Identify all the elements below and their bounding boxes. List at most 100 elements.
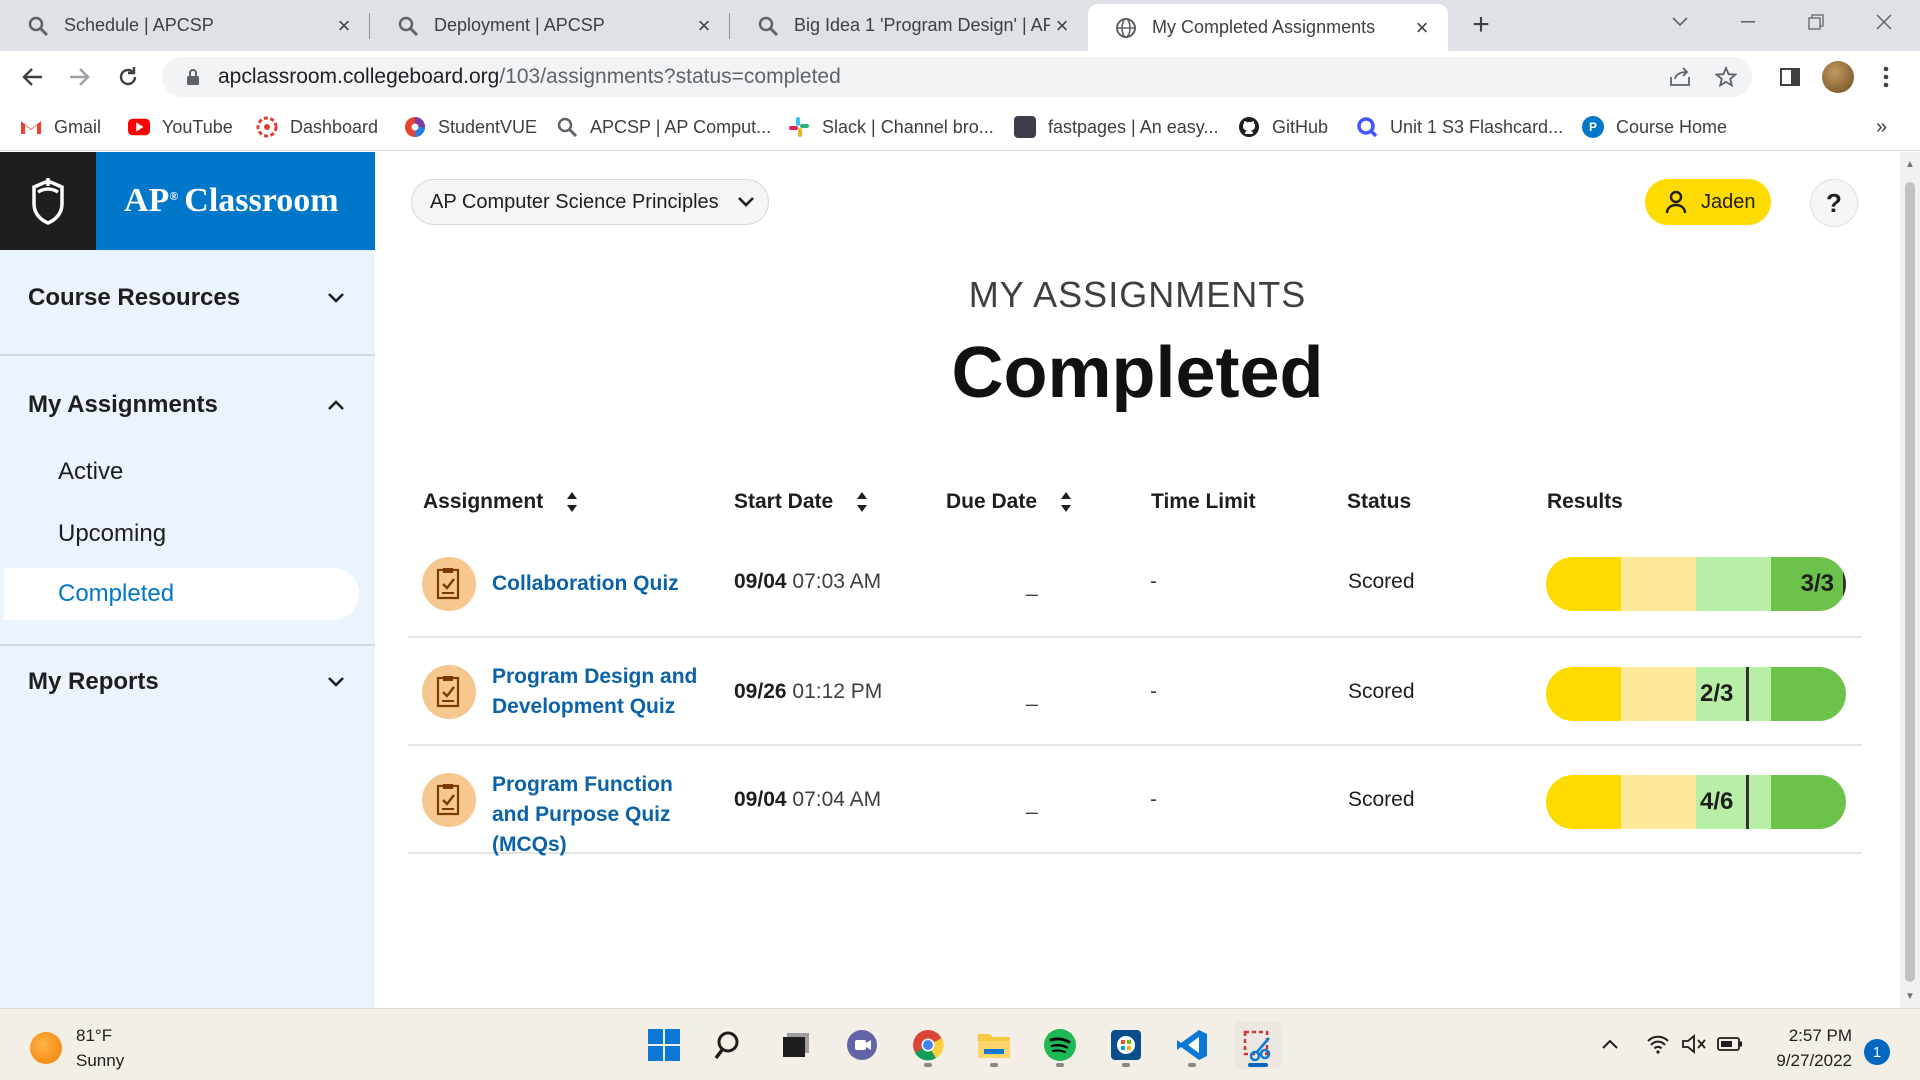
results-bar[interactable]: 4/6 <box>1546 775 1846 829</box>
close-icon[interactable]: × <box>1410 15 1434 40</box>
assignment-link[interactable]: Program Design and Development Quiz <box>492 662 702 722</box>
tab-big-idea[interactable]: Big Idea 1 'Program Design' | AP × <box>730 0 1088 51</box>
volume-muted-icon[interactable] <box>1681 1031 1707 1057</box>
time-limit: - <box>1150 788 1157 811</box>
windows-taskbar: 81°F Sunny 2:57 PM 9/27/2022 1 <box>0 1008 1920 1080</box>
tab-deployment[interactable]: Deployment | APCSP × <box>370 0 730 51</box>
sidebar-item-label: Course Resources <box>28 284 241 311</box>
start-date: 09/04 07:04 AM <box>734 788 881 812</box>
sidebar-item-upcoming[interactable]: Upcoming <box>58 520 166 548</box>
system-clock[interactable]: 2:57 PM 9/27/2022 <box>1752 1023 1852 1073</box>
due-date: _ <box>1026 684 1038 707</box>
app-store-icon[interactable] <box>1102 1021 1150 1069</box>
forward-arrow-icon[interactable] <box>62 59 98 95</box>
dashboard-icon <box>256 116 278 138</box>
chrome-icon[interactable] <box>904 1021 952 1069</box>
column-header-assignment[interactable]: Assignment <box>423 482 579 522</box>
running-indicator <box>1056 1063 1064 1067</box>
bookmark-dashboard[interactable]: Dashboard <box>256 113 378 141</box>
help-button[interactable]: ? <box>1810 179 1858 227</box>
column-header-due-date[interactable]: Due Date <box>946 482 1073 522</box>
start-time: 01:12 PM <box>792 680 883 703</box>
close-icon[interactable]: × <box>1050 13 1074 38</box>
close-icon[interactable]: × <box>692 13 716 38</box>
sidebar-item-active[interactable]: Active <box>58 458 123 486</box>
slack-icon <box>788 116 810 138</box>
minimize-icon[interactable] <box>1718 0 1778 44</box>
new-tab-plus-icon[interactable]: + <box>1466 8 1496 41</box>
bookmark-youtube[interactable]: YouTube <box>128 113 233 141</box>
restore-icon[interactable] <box>1786 0 1846 44</box>
clock-time: 2:57 PM <box>1788 1026 1852 1045</box>
sidebar-item-completed[interactable]: Completed <box>4 568 359 620</box>
start-date: 09/26 01:12 PM <box>734 680 882 704</box>
registered-mark: ® <box>169 188 179 203</box>
chevron-up-icon[interactable] <box>1597 1031 1623 1057</box>
weather-widget[interactable]: 81°F Sunny <box>30 1023 124 1073</box>
notification-badge[interactable]: 1 <box>1864 1039 1890 1065</box>
status: Scored <box>1348 788 1415 811</box>
teams-chat-icon[interactable] <box>838 1021 886 1069</box>
assignment-link[interactable]: Program Function and Purpose Quiz (MCQs) <box>492 770 702 860</box>
tab-my-completed-assignments[interactable]: My Completed Assignments × <box>1088 4 1448 51</box>
course-select[interactable]: AP Computer Science Principles <box>411 179 769 225</box>
more-bookmarks[interactable]: » <box>1876 113 1887 141</box>
battery-icon[interactable] <box>1717 1031 1743 1057</box>
page-scrollbar[interactable]: ▲ ▼ <box>1900 152 1920 1008</box>
spotify-icon[interactable] <box>1036 1021 1084 1069</box>
quizlet-icon <box>1356 116 1378 138</box>
column-header-start-date[interactable]: Start Date <box>734 482 869 522</box>
bookmark-gmail[interactable]: Gmail <box>20 113 101 141</box>
brand-name: AP ® Classroom <box>96 152 375 250</box>
running-indicator <box>1248 1063 1268 1067</box>
close-window-icon[interactable] <box>1854 0 1914 44</box>
task-view-icon[interactable] <box>772 1021 820 1069</box>
scrollbar-thumb[interactable] <box>1905 182 1915 982</box>
ap-classroom-logo[interactable]: AP ® Classroom <box>0 152 375 250</box>
tab-search-chevron-icon[interactable] <box>1650 0 1710 44</box>
address-bar[interactable]: apclassroom.collegeboard.org/103/assignm… <box>162 57 1752 97</box>
apcsp-favicon-icon <box>396 14 420 38</box>
back-arrow-icon[interactable] <box>14 59 50 95</box>
kebab-menu-icon[interactable] <box>1868 59 1904 95</box>
tab-schedule[interactable]: Schedule | APCSP × <box>0 0 370 51</box>
user-name: Jaden <box>1701 190 1756 213</box>
share-icon[interactable] <box>1660 57 1700 97</box>
bookmark-slack[interactable]: Slack | Channel bro... <box>788 113 994 141</box>
reload-icon[interactable] <box>110 59 146 95</box>
lock-icon <box>182 66 204 88</box>
profile-avatar[interactable] <box>1820 59 1856 95</box>
score-marker <box>1746 667 1749 721</box>
scroll-up-icon[interactable]: ▲ <box>1900 154 1920 174</box>
snipping-tool-icon[interactable] <box>1234 1021 1282 1069</box>
bookmark-quizlet[interactable]: Unit 1 S3 Flashcard... <box>1356 113 1563 141</box>
start-icon[interactable] <box>640 1021 688 1069</box>
wifi-icon[interactable] <box>1645 1031 1671 1057</box>
assignment-link[interactable]: Collaboration Quiz <box>492 569 702 599</box>
close-icon[interactable]: × <box>332 13 356 38</box>
page-title: Completed <box>951 333 1324 413</box>
bookmark-label: Gmail <box>54 116 102 137</box>
scroll-down-icon[interactable]: ▼ <box>1900 986 1920 1006</box>
sidebar-my-assignments[interactable]: My Assignments <box>0 377 375 433</box>
results-bar[interactable]: 3/3 <box>1546 557 1846 611</box>
user-menu-button[interactable]: Jaden <box>1645 179 1771 225</box>
results-bar-segment <box>1546 667 1621 721</box>
due-date: _ <box>1026 574 1038 597</box>
file-explorer-icon[interactable] <box>970 1021 1018 1069</box>
bookmark-fastpages[interactable]: fastpages | An easy... <box>1014 113 1218 141</box>
bookmark-apcsp[interactable]: APCSP | AP Comput... <box>556 113 771 141</box>
side-panel-icon[interactable] <box>1772 59 1808 95</box>
bookmark-star-icon[interactable] <box>1706 57 1746 97</box>
bookmark-studentvue[interactable]: StudentVUE <box>404 113 537 141</box>
weather-condition: Sunny <box>76 1051 125 1070</box>
vscode-icon[interactable] <box>1168 1021 1216 1069</box>
sidebar-divider <box>0 644 375 646</box>
bookmark-github[interactable]: GitHub <box>1238 113 1328 141</box>
bookmark-course-home[interactable]: P Course Home <box>1582 113 1727 141</box>
sidebar-my-reports[interactable]: My Reports <box>0 654 375 710</box>
results-bar[interactable]: 2/3 <box>1546 667 1846 721</box>
sidebar-course-resources[interactable]: Course Resources <box>0 270 375 326</box>
search-icon[interactable] <box>706 1021 754 1069</box>
start-time: 07:04 AM <box>792 788 882 811</box>
